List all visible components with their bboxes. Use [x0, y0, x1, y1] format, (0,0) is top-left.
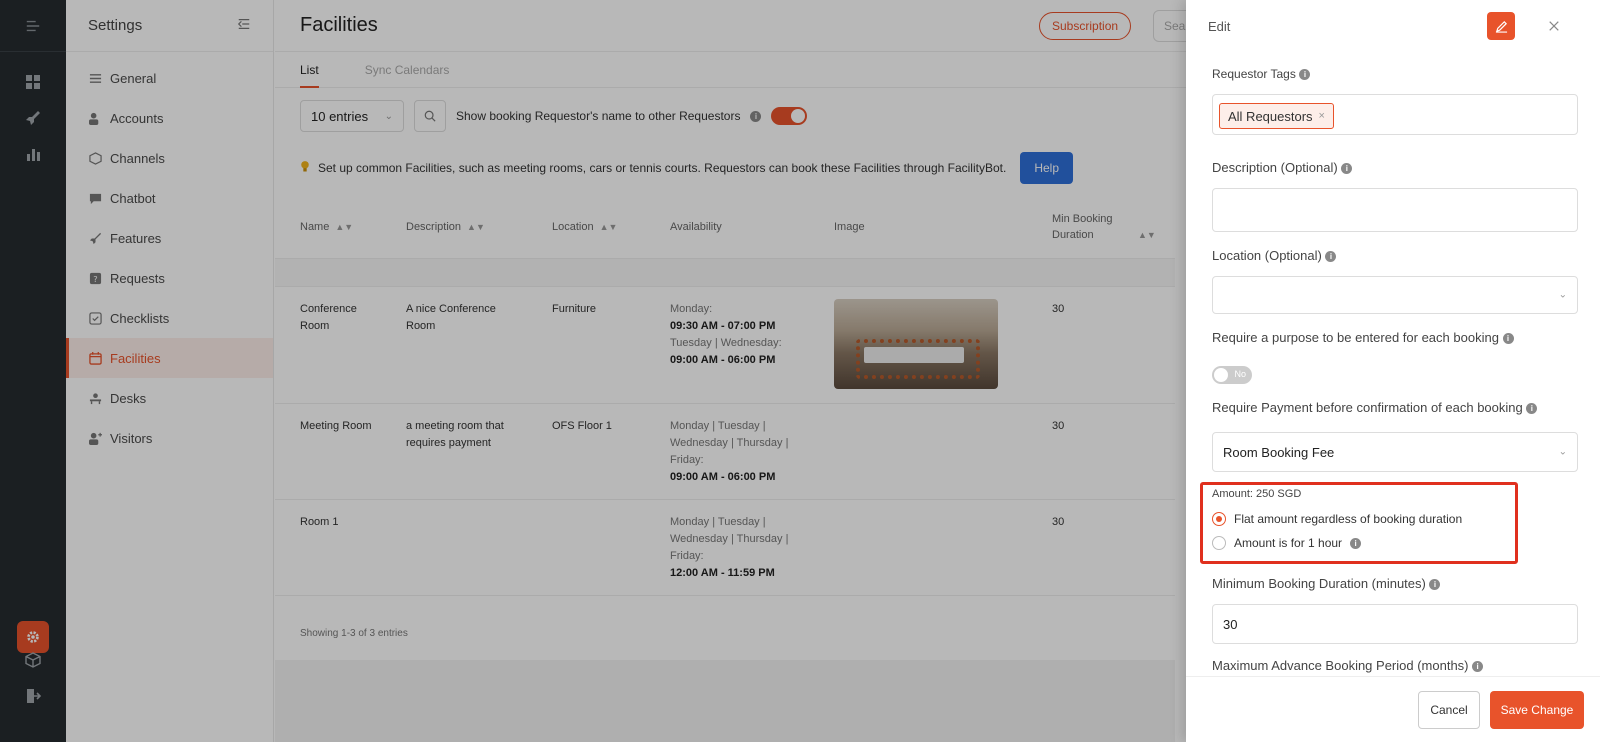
radio-flat-amount[interactable]: Flat amount regardless of booking durati… — [1212, 512, 1462, 526]
amount-label: Amount: 250 SGD — [1212, 488, 1302, 500]
min-duration-value: 30 — [1223, 617, 1238, 632]
panel-footer: Cancel Save Change — [1186, 676, 1600, 742]
max-advance-label: Maximum Advance Booking Period (months) … — [1212, 658, 1484, 673]
chevron-down-icon: ⌄ — [1558, 446, 1567, 458]
info-icon: i — [1526, 403, 1538, 415]
close-icon — [1549, 21, 1559, 31]
purpose-toggle[interactable]: No — [1212, 366, 1252, 384]
description-textarea[interactable] — [1212, 188, 1578, 232]
edit-mode-button[interactable] — [1487, 12, 1515, 40]
location-select[interactable]: ⌄ — [1212, 276, 1578, 314]
info-icon: i — [1472, 661, 1484, 673]
min-duration-input[interactable]: 30 — [1212, 604, 1578, 644]
min-duration-label: Minimum Booking Duration (minutes) i — [1212, 576, 1441, 591]
info-icon: i — [1325, 251, 1337, 263]
radio-hourly-amount[interactable]: Amount is for 1 hour i — [1212, 536, 1362, 550]
payment-label: Require Payment before confirmation of e… — [1212, 400, 1538, 415]
modal-backdrop[interactable] — [0, 0, 1186, 742]
chevron-down-icon: ⌄ — [1558, 289, 1567, 301]
info-icon: i — [1429, 579, 1441, 591]
remove-tag-icon[interactable]: × — [1319, 110, 1325, 122]
edit-panel: Edit Requestor Tags i All Requestors × D… — [1186, 0, 1600, 742]
requestor-tag-chip[interactable]: All Requestors × — [1219, 103, 1334, 129]
purpose-label: Require a purpose to be entered for each… — [1212, 330, 1514, 345]
radio-selected-icon — [1212, 512, 1226, 526]
info-icon: i — [1341, 163, 1353, 175]
close-panel-button[interactable] — [1544, 16, 1564, 36]
description-label: Description (Optional) i — [1212, 160, 1353, 175]
info-icon: i — [1502, 333, 1514, 345]
panel-title: Edit — [1208, 18, 1231, 34]
location-label: Location (Optional) i — [1212, 248, 1337, 263]
cancel-button[interactable]: Cancel — [1418, 691, 1480, 729]
payment-select-value: Room Booking Fee — [1223, 445, 1335, 460]
payment-select[interactable]: Room Booking Fee ⌄ — [1212, 432, 1578, 472]
save-change-button[interactable]: Save Change — [1490, 691, 1584, 729]
requestor-tags-label: Requestor Tags i — [1212, 66, 1311, 81]
pencil-icon — [1495, 20, 1507, 33]
radio-unselected-icon — [1212, 536, 1226, 550]
requestor-tags-input[interactable]: All Requestors × — [1212, 94, 1578, 135]
info-icon: i — [1350, 537, 1362, 549]
info-icon: i — [1299, 69, 1311, 81]
